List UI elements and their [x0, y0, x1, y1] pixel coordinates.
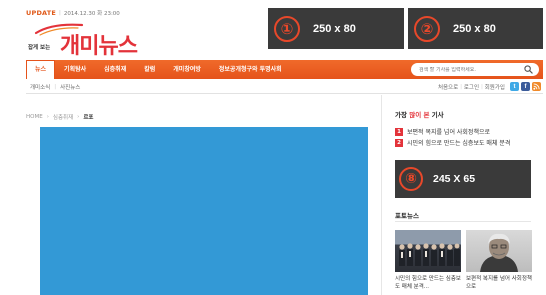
update-label: UPDATE: [26, 9, 57, 17]
ad-number-badge: ⑧: [399, 167, 423, 191]
subnav-item-photo[interactable]: 사진뉴스: [56, 83, 84, 91]
popular-section-title: 가장 많이 본 기사: [395, 109, 444, 119]
popular-title-post: 기사: [429, 111, 444, 119]
rank-badge: 1: [395, 127, 403, 136]
rss-glyph-icon: [533, 83, 540, 90]
sub-nav: 개미소식 | 사진뉴스 처음으로 | 로그인 | 회원가입 t f: [26, 80, 543, 94]
list-item[interactable]: 1 보편적 복지를 넘어 사회정책으로: [395, 126, 510, 137]
popular-title-highlight: 많이 본: [409, 111, 430, 119]
search-icon[interactable]: [524, 65, 533, 74]
popular-article-title[interactable]: 보편적 복지를 넘어 사회정책으로: [407, 127, 490, 136]
breadcrumb-section[interactable]: 심층취재: [53, 113, 73, 121]
popular-title-pre: 가장: [395, 111, 410, 119]
ad-size-label: 250 x 80: [313, 22, 356, 35]
ad-size-label: 245 X 65: [433, 173, 476, 185]
logo-title: 개미뉴스: [60, 34, 138, 59]
top-bar: UPDATE | 2014.12.30 화 23:00: [26, 8, 120, 18]
breadcrumb: HOME › 심층취재 › 르포: [26, 113, 93, 121]
ad-size-label: 250 x 80: [453, 22, 496, 35]
ad-banner-1[interactable]: ① 250 x 80: [268, 8, 404, 49]
breadcrumb-current: 르포: [83, 115, 94, 121]
facebook-icon[interactable]: f: [521, 82, 530, 91]
update-datetime: 2014.12.30 화 23:00: [63, 11, 120, 17]
rank-badge: 2: [395, 138, 403, 147]
rss-icon[interactable]: [532, 82, 541, 91]
home-link[interactable]: 처음으로: [438, 83, 458, 91]
popular-article-title[interactable]: 시민의 힘으로 만드는 심층보도 매체 분격: [407, 138, 510, 147]
ad-number-badge: ①: [274, 15, 300, 42]
ad-number-badge: ②: [414, 15, 440, 42]
group-photo-figures: [399, 243, 460, 266]
article-main-image: [40, 127, 368, 295]
search-input[interactable]: [419, 66, 524, 73]
breadcrumb-chevron-icon: ›: [46, 114, 49, 120]
utility-links: 처음으로 | 로그인 | 회원가입 t f: [438, 82, 541, 91]
twitter-icon[interactable]: t: [510, 82, 519, 91]
breadcrumb-home[interactable]: HOME: [26, 114, 43, 120]
list-item[interactable]: 2 시민의 힘으로 만드는 심층보도 매체 분격: [395, 137, 510, 148]
search-box: [411, 63, 539, 76]
popular-list: 1 보편적 복지를 넘어 사회정책으로 2 시민의 힘으로 만드는 심층보도 매…: [395, 126, 510, 148]
breadcrumb-chevron-icon: ›: [77, 114, 80, 120]
divider: [395, 221, 531, 222]
nav-item-transparency[interactable]: 정보공개청구와 투명사회: [210, 60, 291, 79]
divider: |: [59, 10, 61, 16]
nav-item-indepth[interactable]: 심층취재: [95, 60, 135, 79]
login-link[interactable]: 로그인: [464, 83, 479, 91]
nav-menu: 뉴스 기획탐사 심층취재 칼럼 개미창여방 정보공개청구와 투명사회: [26, 60, 291, 79]
subnav-item-news[interactable]: 개미소식: [26, 83, 54, 91]
nav-item-column[interactable]: 칼럼: [135, 60, 164, 79]
photo-caption[interactable]: 시민의 힘으로 만드는 심층보도 매체 분격...: [395, 275, 461, 291]
photo-caption[interactable]: 보편적 복지를 넘어 사회정책으로: [466, 275, 532, 291]
portrait-photo-figure: [480, 233, 518, 272]
sidebar-divider: [381, 95, 382, 295]
divider: |: [460, 83, 462, 90]
nav-item-news[interactable]: 뉴스: [26, 60, 56, 79]
signup-link[interactable]: 회원가입: [485, 83, 505, 91]
nav-item-participation[interactable]: 개미창여방: [164, 60, 210, 79]
ad-banner-side[interactable]: ⑧ 245 X 65: [395, 160, 531, 198]
nav-item-investigation[interactable]: 기획탐사: [55, 60, 95, 79]
photo-thumbnail[interactable]: [395, 230, 461, 272]
logo-tagline: 잡게 보는: [28, 45, 51, 51]
divider: |: [481, 83, 483, 90]
photo-thumbnail[interactable]: [466, 230, 532, 272]
main-nav: 뉴스 기획탐사 심층취재 칼럼 개미창여방 정보공개청구와 투명사회: [26, 60, 543, 79]
ad-banner-2[interactable]: ② 250 x 80: [408, 8, 543, 49]
site-logo[interactable]: 잡게 보는 개미뉴스: [26, 21, 156, 59]
photo-card[interactable]: 시민의 힘으로 만드는 심층보도 매체 분격...: [395, 230, 461, 291]
photo-news-title: 포토뉴스: [395, 212, 419, 220]
photo-card[interactable]: 보편적 복지를 넘어 사회정책으로: [466, 230, 532, 291]
